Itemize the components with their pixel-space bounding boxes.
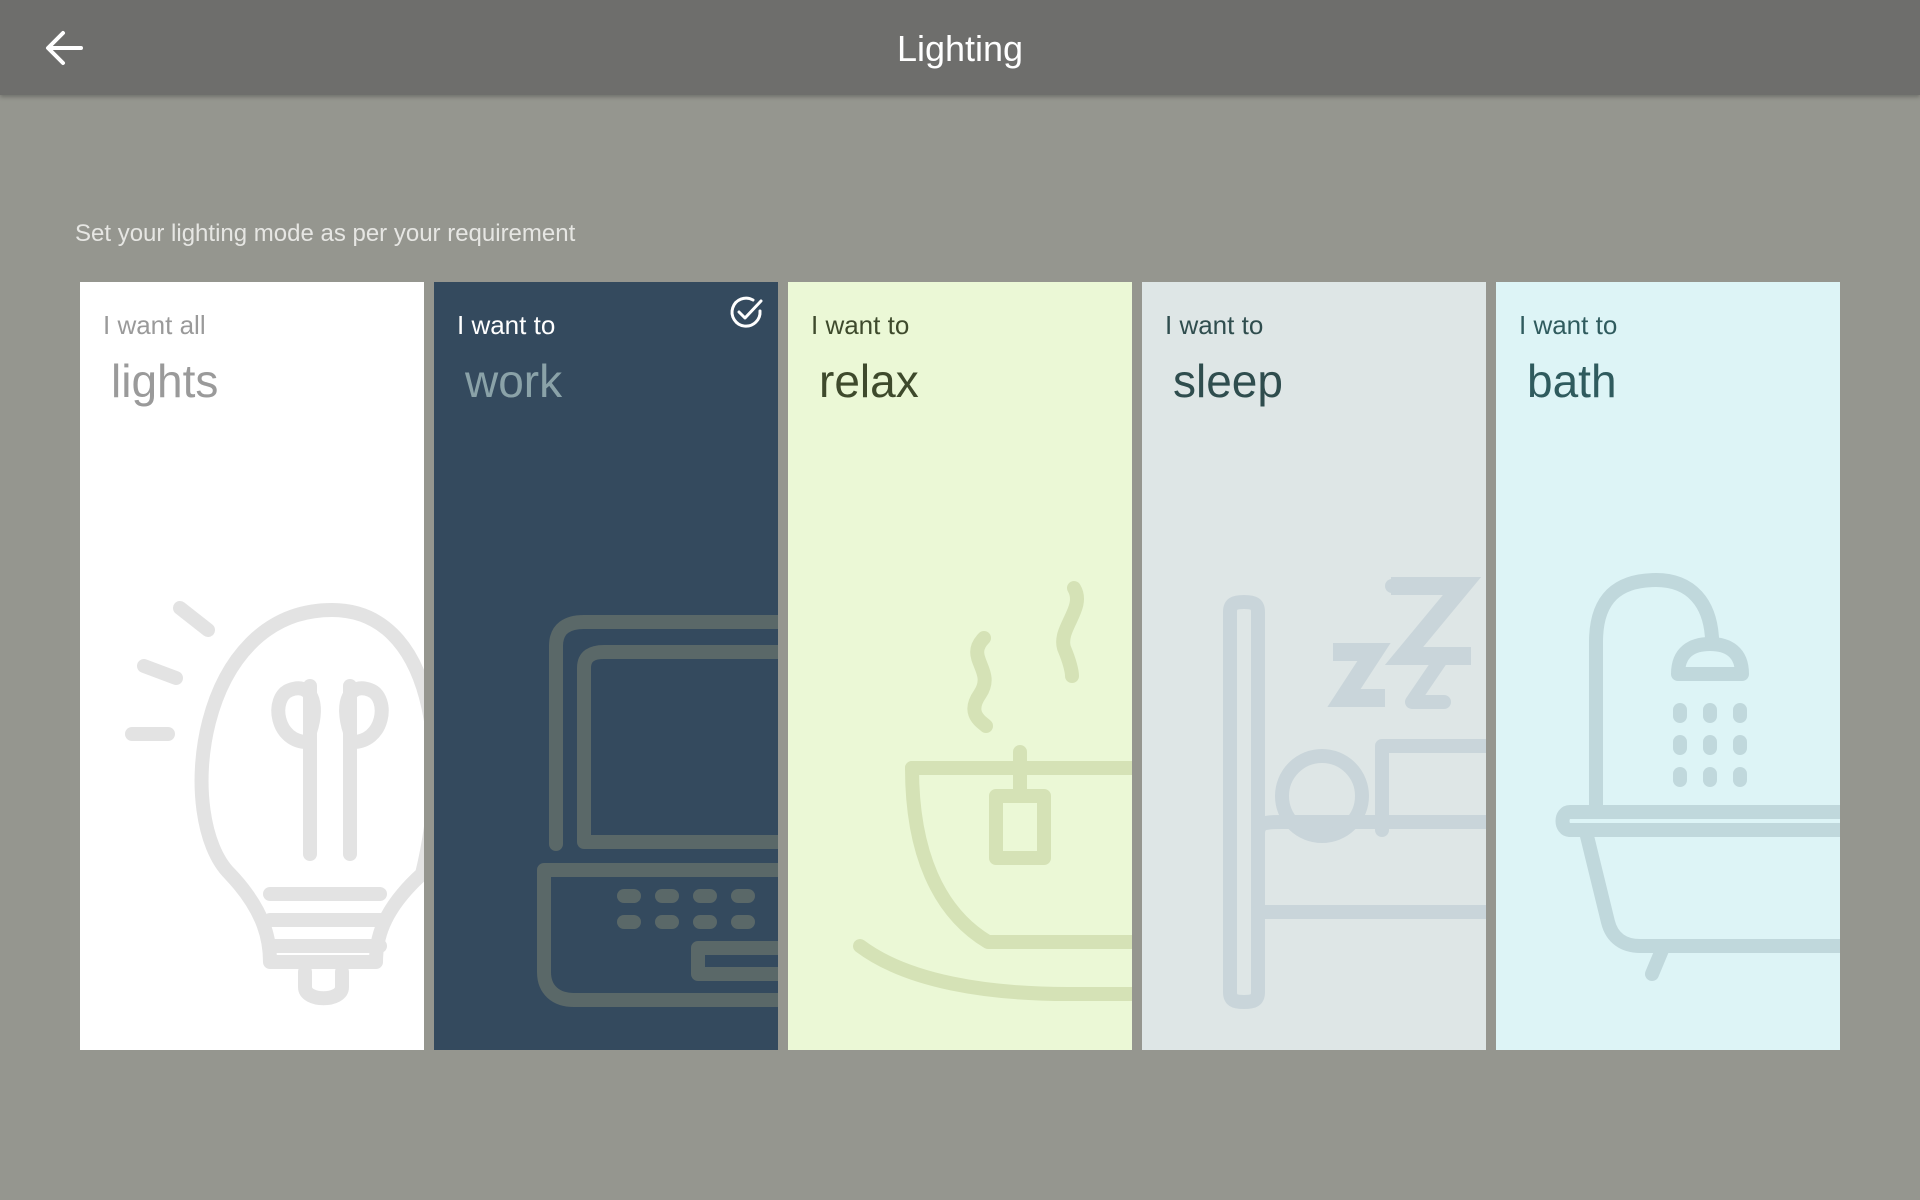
mode-card-bath[interactable]: I want to bath [1496,282,1840,1050]
card-mode-label: sleep [1173,355,1283,407]
mode-card-relax[interactable]: I want to relax [788,282,1132,1050]
card-prefix: I want to [457,310,556,340]
card-prefix: I want to [1165,310,1264,340]
mode-card-work[interactable]: I want to work [434,282,778,1050]
card-prefix: I want to [811,310,910,340]
card-mode-label: bath [1527,355,1617,407]
card-mode-label: lights [111,355,219,407]
app-bar: Lighting [0,0,1920,95]
card-mode-label: relax [819,355,919,407]
mode-card-sleep[interactable]: I want to sleep [1142,282,1486,1050]
page-title: Lighting [896,28,1024,69]
check-circle-icon [730,296,763,328]
mode-card-lights[interactable]: I want all lights [80,282,424,1050]
card-prefix: I want to [1519,310,1618,340]
page-subtitle: Set your lighting mode as per your requi… [75,220,576,247]
card-mode-label: work [465,355,563,407]
card-prefix: I want all [103,310,206,340]
